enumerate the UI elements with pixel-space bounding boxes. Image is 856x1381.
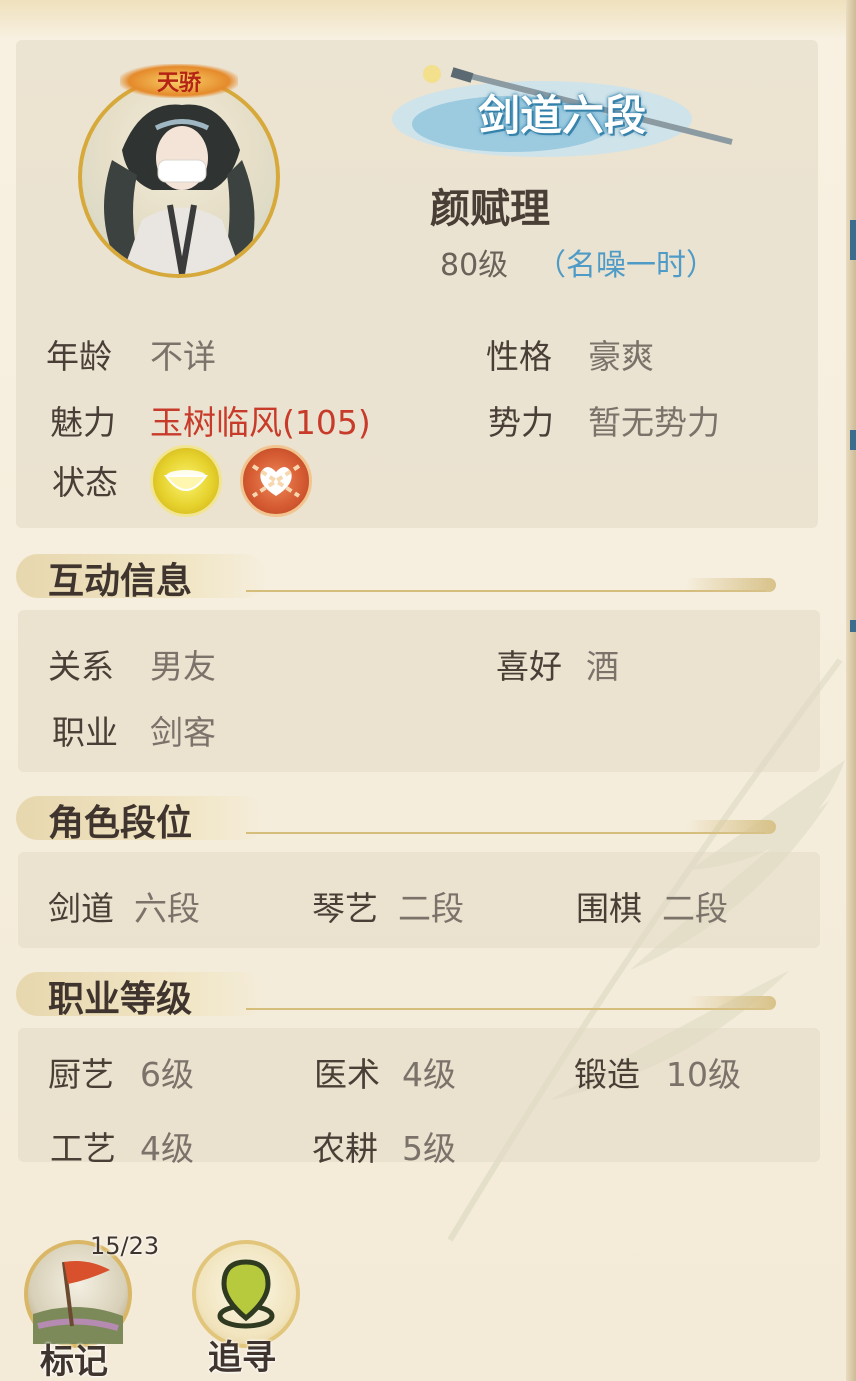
skill-label-farming: 农耕 — [312, 1129, 378, 1168]
ranks-card: 剑道 六段 琴艺 二段 围棋 二段 — [18, 852, 820, 948]
character-info-page: 天骄 剑道六段 颜赋理 80级 （名噪一时） 年龄 不详 性格 豪爽 魅力 玉树… — [0, 0, 856, 1381]
header-tail-decoration — [686, 820, 776, 834]
mark-label: 标记 — [40, 1342, 108, 1381]
side-tab-marker — [850, 220, 856, 260]
mark-count: 15/23 — [90, 1232, 160, 1260]
faction-value: 暂无势力 — [588, 403, 720, 442]
rank-label-qin: 琴艺 — [312, 889, 378, 928]
rank-label-go: 围棋 — [576, 889, 642, 928]
ranks-title: 角色段位 — [48, 802, 193, 844]
top-decoration — [0, 0, 856, 40]
side-tab-marker — [850, 620, 856, 632]
title-badge: 天骄 — [120, 64, 238, 98]
interaction-card: 关系 男友 喜好 酒 职业 剑客 — [18, 610, 820, 772]
bowl-icon[interactable] — [150, 445, 222, 517]
relation-value: 男友 — [150, 647, 216, 686]
chain-heart-icon[interactable] — [240, 445, 312, 517]
skill-value-farming: 5级 — [402, 1129, 456, 1168]
rank-value-go: 二段 — [662, 889, 728, 928]
skills-section-header: 职业等级 — [16, 966, 806, 1022]
personality-value: 豪爽 — [588, 337, 654, 376]
age-value: 不详 — [150, 337, 216, 376]
rank-value-qin: 二段 — [398, 889, 464, 928]
charm-label: 魅力 — [50, 403, 116, 442]
character-avatar[interactable]: 天骄 — [78, 64, 280, 278]
skill-value-forging: 10级 — [666, 1055, 741, 1094]
skill-label-forging: 锻造 — [574, 1055, 640, 1094]
charm-value: 玉树临风(105) — [150, 403, 371, 442]
hobby-value: 酒 — [586, 647, 619, 686]
character-fame: （名噪一时） — [536, 248, 716, 283]
relation-label: 关系 — [48, 647, 114, 686]
interaction-title: 互动信息 — [48, 560, 193, 602]
portrait-illustration — [104, 104, 255, 274]
header-tail-decoration — [686, 996, 776, 1010]
faction-label: 势力 — [488, 403, 554, 442]
job-label: 职业 — [52, 713, 118, 752]
job-value: 剑客 — [150, 713, 216, 752]
skill-label-cooking: 厨艺 — [48, 1055, 114, 1094]
location-pin-icon — [217, 1259, 275, 1329]
avatar-portrait — [78, 76, 280, 278]
ranks-section-header: 角色段位 — [16, 790, 806, 846]
interaction-section-header: 互动信息 — [16, 548, 806, 604]
age-label: 年龄 — [46, 337, 112, 376]
skill-value-craft: 4级 — [140, 1129, 194, 1168]
skill-value-medicine: 4级 — [402, 1055, 456, 1094]
hobby-label: 喜好 — [496, 647, 562, 686]
character-name: 颜赋理 — [430, 185, 550, 232]
rank-value-sword: 六段 — [134, 889, 200, 928]
skill-label-craft: 工艺 — [50, 1129, 116, 1168]
skill-value-cooking: 6级 — [140, 1055, 194, 1094]
side-tab-marker — [850, 430, 856, 450]
header-tail-decoration — [686, 578, 776, 592]
skills-title: 职业等级 — [48, 978, 193, 1020]
character-level: 80级 — [440, 248, 509, 283]
rank-title: 剑道六段 — [478, 91, 647, 140]
rank-label-sword: 剑道 — [48, 889, 114, 928]
status-label: 状态 — [52, 463, 118, 502]
skill-label-medicine: 医术 — [314, 1055, 380, 1094]
personality-label: 性格 — [486, 337, 552, 376]
seek-label: 追寻 — [208, 1338, 276, 1378]
skills-card: 厨艺 6级 医术 4级 锻造 10级 工艺 4级 农耕 5级 — [18, 1028, 820, 1168]
